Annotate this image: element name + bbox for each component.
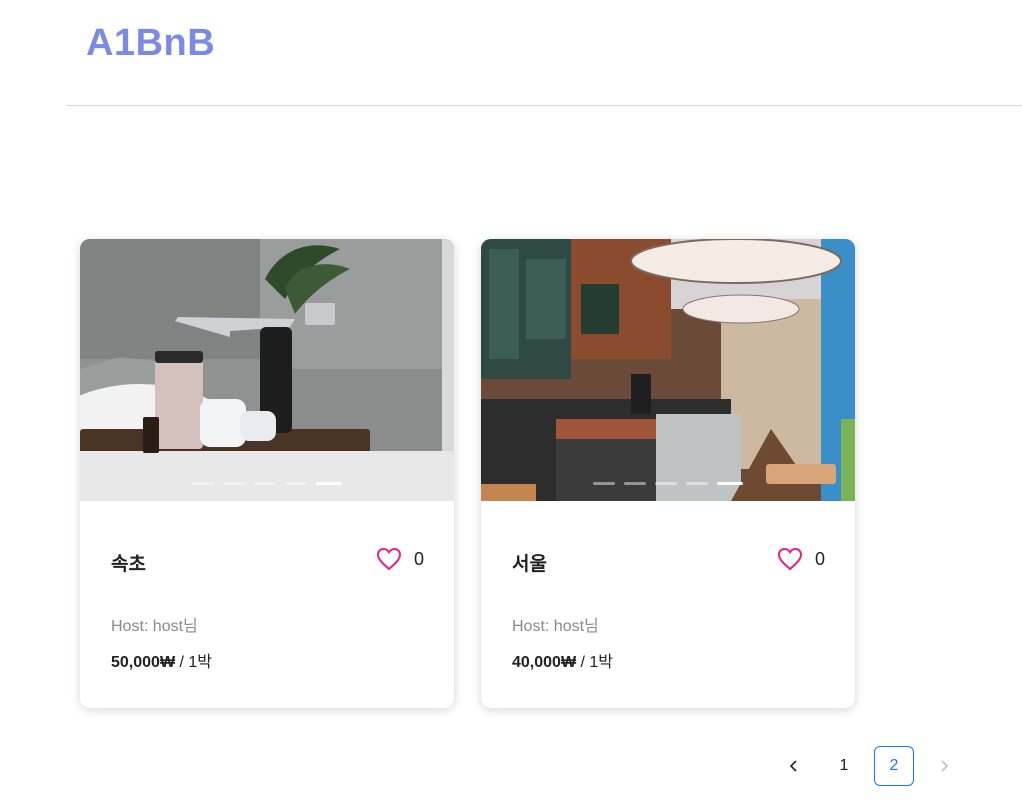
carousel-dot-active[interactable] [717,482,743,485]
price-unit: / 1박 [175,654,213,671]
header: A1BnB [0,0,1022,106]
heart-icon[interactable] [777,547,803,571]
listing-price: 50,000₩ / 1박 [111,648,212,672]
listing-host: Host: host님 [512,618,599,635]
next-page-button[interactable] [924,746,964,786]
carousel-indicators [80,482,454,485]
price-amount: 40,000₩ [512,654,577,671]
listing-title: 속초 [111,554,146,575]
like-group: 0 [777,547,825,571]
page-2-button[interactable]: 2 [874,746,914,786]
carousel-dot[interactable] [593,482,615,485]
like-count: 0 [413,548,424,569]
heart-icon[interactable] [376,547,402,571]
page-1-button[interactable]: 1 [824,746,864,786]
listing-card[interactable]: 서울 0 Host: host님 40,000₩ / 1박 [481,239,855,708]
like-count: 0 [814,548,825,569]
pagination: 1 2 [774,746,974,786]
carousel-dot[interactable] [686,482,708,485]
prev-page-button[interactable] [774,746,814,786]
logo[interactable]: A1BnB [86,22,215,65]
carousel-dot[interactable] [192,482,214,485]
bathroom-photo [80,239,454,501]
carousel-dot-active[interactable] [316,482,342,485]
carousel-dot[interactable] [254,482,276,485]
chevron-right-icon [941,760,949,772]
carousel-dot[interactable] [223,482,245,485]
carousel-indicators [481,482,855,485]
price-unit: / 1박 [576,654,614,671]
listing-host: Host: host님 [111,618,198,635]
price-amount: 50,000₩ [111,654,176,671]
listing-title: 서울 [512,554,547,575]
listing-card[interactable]: 속초 0 Host: host님 50,000₩ / 1박 [80,239,454,708]
like-group: 0 [376,547,424,571]
listing-price: 40,000₩ / 1박 [512,648,613,672]
listing-photo-carousel[interactable] [481,239,855,501]
chevron-left-icon [789,760,797,772]
carousel-dot[interactable] [624,482,646,485]
carousel-dot[interactable] [285,482,307,485]
carousel-dot[interactable] [655,482,677,485]
listing-photo-carousel[interactable] [80,239,454,501]
cafe-photo [481,239,855,501]
header-divider [67,105,1022,106]
